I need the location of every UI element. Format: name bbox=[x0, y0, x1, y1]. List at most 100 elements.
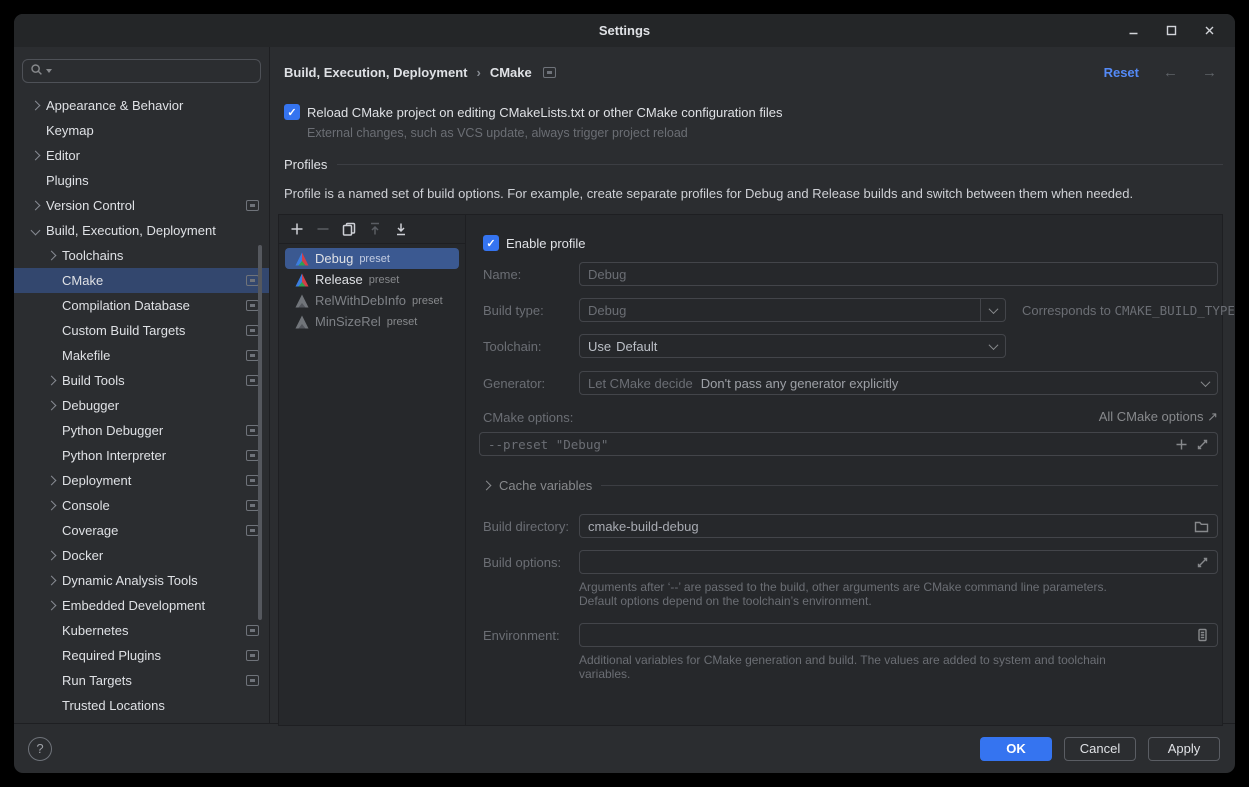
sidebar-item-build-tools[interactable]: Build Tools bbox=[14, 368, 269, 393]
reload-cmake-checkbox[interactable] bbox=[284, 104, 300, 120]
toolchain-select[interactable]: Use Default bbox=[579, 334, 1006, 358]
chevron-right-icon bbox=[47, 576, 57, 586]
settings-content: Build, Execution, Deployment › CMake Res… bbox=[270, 47, 1235, 723]
sidebar-item-coverage[interactable]: Coverage bbox=[14, 518, 269, 543]
chevron-right-icon bbox=[47, 601, 57, 611]
sidebar-item-run-targets[interactable]: Run Targets bbox=[14, 668, 269, 693]
generator-select[interactable]: Let CMake decide Don't pass any generato… bbox=[579, 371, 1218, 395]
environment-field-wrap bbox=[579, 623, 1218, 647]
sidebar-item-toolchains[interactable]: Toolchains bbox=[14, 243, 269, 268]
chevron-right-icon bbox=[31, 201, 41, 211]
sidebar-item-appearance-behavior[interactable]: Appearance & Behavior bbox=[14, 93, 269, 118]
cmake-options-label: CMake options: bbox=[483, 410, 573, 425]
breadcrumb: Build, Execution, Deployment › CMake Res… bbox=[284, 62, 1223, 82]
ok-button[interactable]: OK bbox=[980, 737, 1052, 761]
titlebar: Settings bbox=[14, 14, 1235, 47]
apply-button[interactable]: Apply bbox=[1148, 737, 1220, 761]
enable-profile-checkbox[interactable] bbox=[483, 235, 499, 251]
sidebar-item-python-interpreter[interactable]: Python Interpreter bbox=[14, 443, 269, 468]
settings-search-input[interactable] bbox=[22, 59, 261, 83]
profile-form: Enable profile Name: Build type: Debug bbox=[466, 215, 1222, 725]
build-type-select[interactable]: Debug bbox=[579, 298, 1006, 322]
expand-field-icon[interactable] bbox=[1196, 556, 1209, 569]
sidebar-item-plugins[interactable]: Plugins bbox=[14, 168, 269, 193]
sidebar-item-keymap[interactable]: Keymap bbox=[14, 118, 269, 143]
chevron-down-icon bbox=[989, 340, 999, 350]
sidebar-item-editor[interactable]: Editor bbox=[14, 143, 269, 168]
dialog-footer: ? OK Cancel Apply bbox=[14, 723, 1235, 773]
sidebar-item-python-debugger[interactable]: Python Debugger bbox=[14, 418, 269, 443]
variables-list-icon[interactable] bbox=[1196, 628, 1209, 642]
sidebar-item-compilation-database[interactable]: Compilation Database bbox=[14, 293, 269, 318]
settings-window: Settings Appearance & Behavior Keymap Ed… bbox=[14, 14, 1235, 773]
enable-profile-label: Enable profile bbox=[506, 236, 586, 251]
name-field-wrap bbox=[579, 262, 1218, 286]
add-option-icon[interactable] bbox=[1175, 438, 1188, 451]
chevron-right-icon bbox=[47, 251, 57, 261]
external-link-icon: ↗ bbox=[1207, 409, 1218, 424]
sidebar-item-docker[interactable]: Docker bbox=[14, 543, 269, 568]
profile-list-panel: Debug preset Release preset RelWithDebIn… bbox=[279, 215, 466, 725]
sidebar-item-build-execution-deployment[interactable]: Build, Execution, Deployment bbox=[14, 218, 269, 243]
cmake-icon bbox=[295, 273, 309, 287]
profile-row-debug[interactable]: Debug preset bbox=[285, 248, 459, 269]
name-input[interactable] bbox=[588, 267, 1209, 282]
profile-row-release[interactable]: Release preset bbox=[285, 269, 459, 290]
breadcrumb-current: CMake bbox=[490, 65, 532, 80]
build-options-field-wrap bbox=[579, 550, 1218, 574]
reset-link[interactable]: Reset bbox=[1104, 65, 1139, 80]
cancel-button[interactable]: Cancel bbox=[1064, 737, 1136, 761]
help-icon[interactable]: ? bbox=[28, 737, 52, 761]
profile-row-minsizerel[interactable]: MinSizeRel preset bbox=[285, 311, 459, 332]
chevron-down-icon bbox=[31, 226, 41, 236]
copy-profile-button[interactable] bbox=[341, 221, 357, 237]
build-directory-field-wrap bbox=[579, 514, 1218, 538]
build-options-input[interactable] bbox=[588, 555, 1188, 570]
cmake-options-input[interactable] bbox=[488, 437, 1167, 452]
cache-variables-toggle[interactable]: Cache variables bbox=[466, 478, 1222, 493]
minimize-button[interactable] bbox=[1121, 19, 1145, 43]
project-settings-icon bbox=[246, 650, 259, 661]
sidebar-item-makefile[interactable]: Makefile bbox=[14, 343, 269, 368]
chevron-right-icon bbox=[47, 401, 57, 411]
sidebar-item-debugger[interactable]: Debugger bbox=[14, 393, 269, 418]
build-directory-label: Build directory: bbox=[483, 519, 579, 534]
all-cmake-options-link[interactable]: All CMake options ↗ bbox=[1099, 409, 1218, 425]
search-icon bbox=[30, 63, 43, 79]
move-up-button[interactable] bbox=[367, 221, 383, 237]
sidebar-item-console[interactable]: Console bbox=[14, 493, 269, 518]
sidebar-scrollbar[interactable] bbox=[258, 245, 262, 620]
environment-input[interactable] bbox=[588, 628, 1188, 643]
close-button[interactable] bbox=[1197, 19, 1221, 43]
build-options-hint: Arguments after ‘--’ are passed to the b… bbox=[579, 581, 1218, 608]
sidebar-item-trusted-locations[interactable]: Trusted Locations bbox=[14, 693, 269, 718]
folder-icon[interactable] bbox=[1194, 520, 1209, 533]
remove-profile-button[interactable] bbox=[315, 221, 331, 237]
profiles-description: Profile is a named set of build options.… bbox=[284, 186, 1223, 201]
expand-field-icon[interactable] bbox=[1196, 438, 1209, 451]
sidebar-item-custom-build-targets[interactable]: Custom Build Targets bbox=[14, 318, 269, 343]
sidebar-item-deployment[interactable]: Deployment bbox=[14, 468, 269, 493]
breadcrumb-parent[interactable]: Build, Execution, Deployment bbox=[284, 65, 467, 80]
sidebar-item-required-plugins[interactable]: Required Plugins bbox=[14, 643, 269, 668]
build-directory-input[interactable] bbox=[588, 519, 1186, 534]
build-options-label: Build options: bbox=[483, 555, 579, 570]
sidebar-item-kubernetes[interactable]: Kubernetes bbox=[14, 618, 269, 643]
chevron-right-icon bbox=[31, 101, 41, 111]
move-down-button[interactable] bbox=[393, 221, 409, 237]
sidebar-item-version-control[interactable]: Version Control bbox=[14, 193, 269, 218]
add-profile-button[interactable] bbox=[289, 221, 305, 237]
history-back-icon[interactable]: ← bbox=[1163, 64, 1178, 81]
cmake-options-field-wrap bbox=[479, 432, 1218, 456]
cmake-icon-disabled bbox=[295, 315, 309, 329]
reload-cmake-label: Reload CMake project on editing CMakeLis… bbox=[307, 105, 782, 120]
sidebar-item-dynamic-analysis-tools[interactable]: Dynamic Analysis Tools bbox=[14, 568, 269, 593]
sidebar-item-embedded-development[interactable]: Embedded Development bbox=[14, 593, 269, 618]
maximize-button[interactable] bbox=[1159, 19, 1183, 43]
project-settings-icon bbox=[543, 67, 556, 78]
section-divider bbox=[337, 164, 1223, 165]
project-settings-icon bbox=[246, 625, 259, 636]
profile-row-relwithdebinfo[interactable]: RelWithDebInfo preset bbox=[285, 290, 459, 311]
sidebar-item-cmake[interactable]: CMake bbox=[14, 268, 269, 293]
history-forward-icon[interactable]: → bbox=[1202, 64, 1217, 81]
